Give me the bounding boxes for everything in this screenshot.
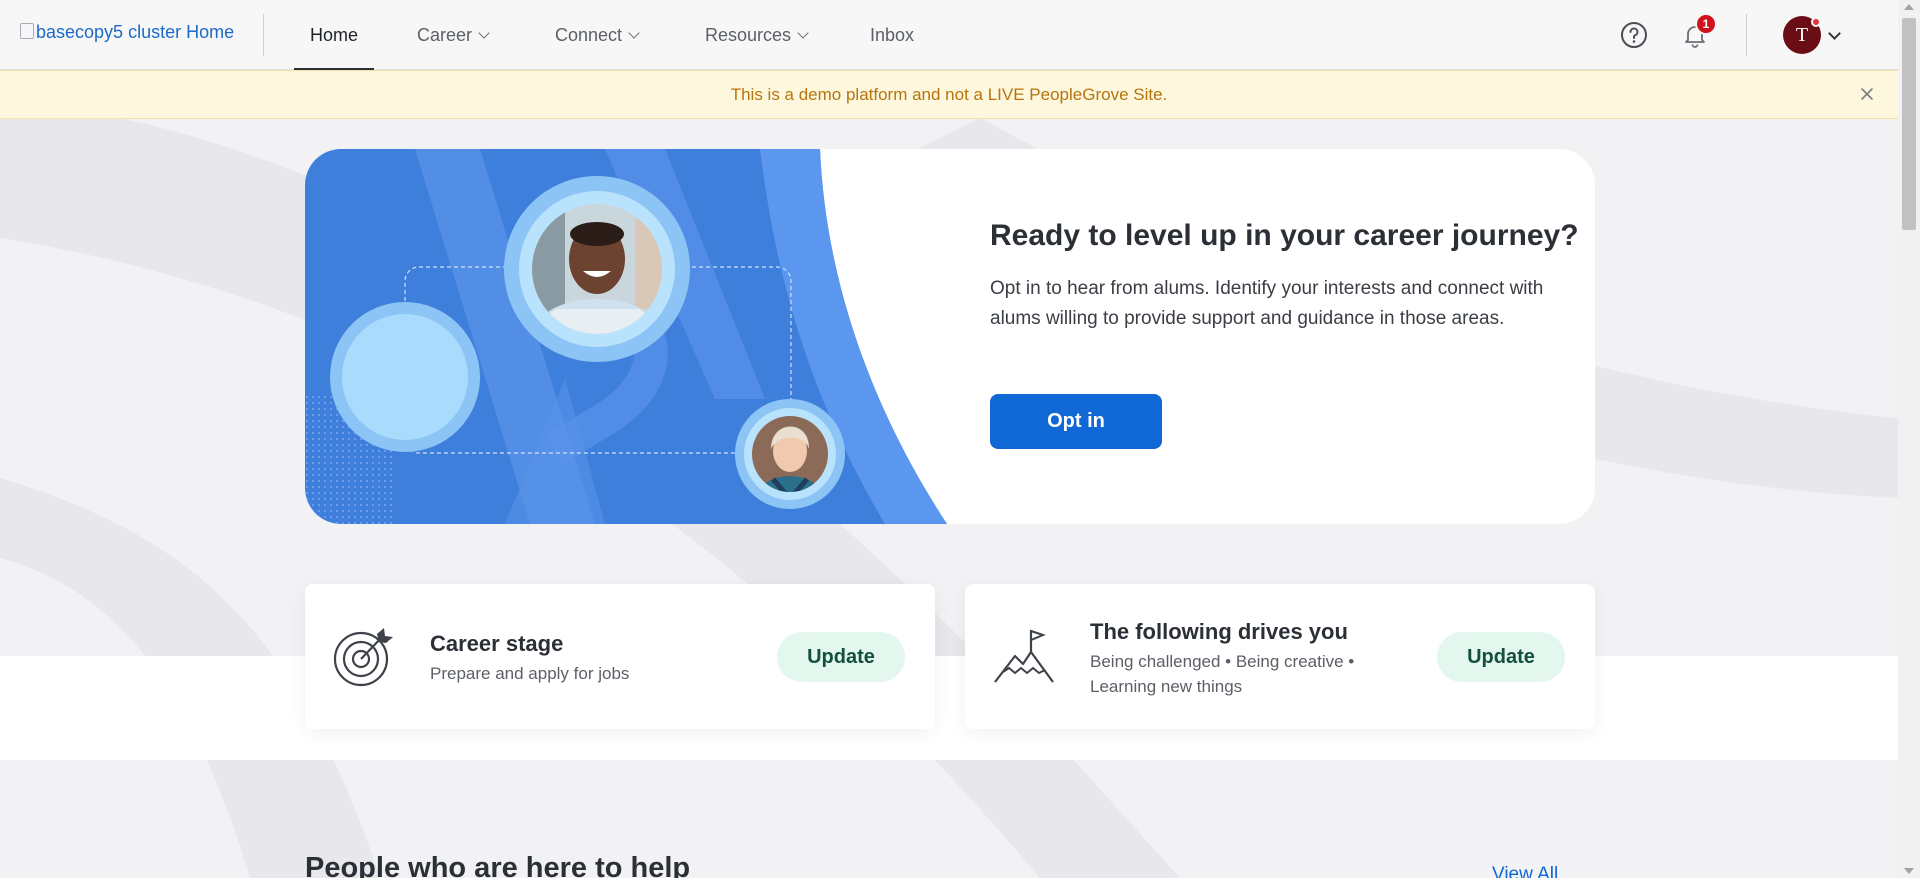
help-button[interactable] [1616, 17, 1652, 53]
notifications-button[interactable]: 1 [1677, 13, 1717, 53]
opt-in-button[interactable]: Opt in [990, 394, 1162, 449]
demo-banner: This is a demo platform and not a LIVE P… [0, 70, 1898, 119]
user-avatar[interactable]: T [1783, 16, 1821, 54]
nav-inbox-label: Inbox [870, 24, 915, 45]
scroll-thumb[interactable] [1902, 18, 1916, 230]
card-title: The following drives you [1090, 619, 1348, 644]
status-dot [1811, 17, 1821, 27]
hero-description: Opt in to hear from alums. Identify your… [990, 278, 1544, 329]
user-initial: T [1795, 23, 1809, 46]
chevron-down-icon [797, 27, 809, 39]
nav-home[interactable]: Home [293, 0, 375, 71]
mountain-flag-icon [994, 629, 1054, 683]
nav-inbox[interactable]: Inbox [870, 0, 914, 70]
close-icon[interactable] [1858, 85, 1876, 103]
card-title: Career stage [430, 631, 564, 656]
banner-text: This is a demo platform and not a LIVE P… [730, 84, 1168, 104]
nav-home-label: Home [310, 24, 359, 45]
top-navigation: basecopy5 cluster Home Home Career Conne… [0, 0, 1898, 71]
notification-badge: 1 [1695, 13, 1717, 35]
motivations-card: The following drives you Being challenge… [965, 584, 1595, 729]
section-title: People who are here to help [305, 852, 691, 878]
hero-title: Ready to level up in your career journey… [990, 219, 1579, 252]
nav-connect[interactable]: Connect [555, 0, 640, 70]
scroll-up-arrow-icon[interactable] [1904, 4, 1914, 10]
nav-divider [1746, 14, 1747, 56]
chevron-down-icon[interactable] [1828, 27, 1841, 40]
nav-career-label: Career [417, 24, 473, 45]
card-subtitle: Prepare and apply for jobs [430, 664, 630, 683]
hero-illustration [305, 149, 947, 524]
broken-image-icon [20, 22, 34, 39]
scrollbar[interactable] [1898, 0, 1920, 878]
nav-resources[interactable]: Resources [705, 0, 809, 70]
update-career-stage-button[interactable]: Update [777, 632, 905, 682]
help-icon [1621, 22, 1647, 48]
content-band [0, 656, 1898, 760]
nav-connect-label: Connect [555, 24, 623, 45]
career-stage-card: Career stage Prepare and apply for jobs … [305, 584, 935, 729]
chevron-down-icon [628, 27, 640, 39]
hero-card: Ready to level up in your career journey… [305, 149, 1595, 524]
view-all-link[interactable]: View All [1492, 864, 1558, 878]
target-icon [333, 628, 393, 687]
chevron-down-icon [478, 27, 490, 39]
update-motivations-button[interactable]: Update [1437, 632, 1565, 682]
nav-resources-label: Resources [705, 24, 792, 45]
card-subtitle: Being challenged • Being creative • Lear… [1090, 652, 1355, 696]
logo-home-link[interactable]: basecopy5 cluster Home [20, 22, 234, 43]
logo-alt-text: basecopy5 cluster Home [36, 22, 235, 42]
nav-divider [263, 14, 264, 56]
nav-career[interactable]: Career [417, 0, 490, 70]
scroll-down-arrow-icon[interactable] [1904, 868, 1914, 874]
